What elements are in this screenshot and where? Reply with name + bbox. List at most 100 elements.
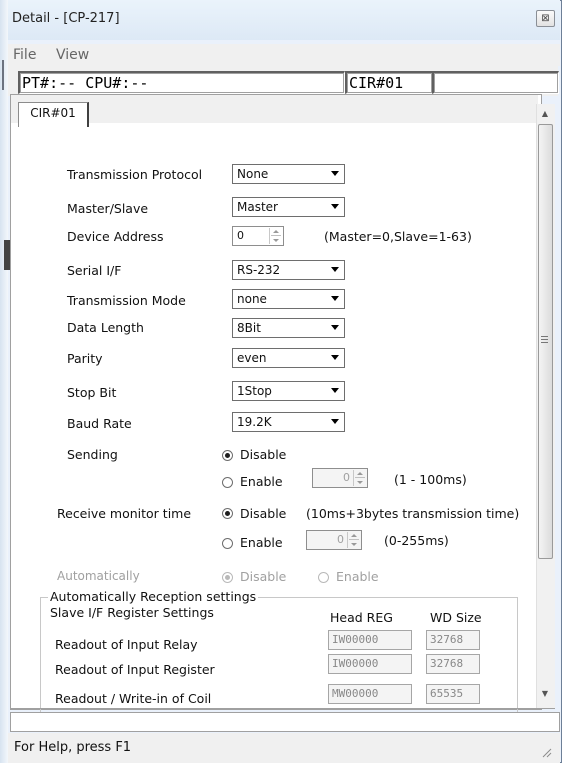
info-row: PT#:-- CPU#:-- CIR#01: [8, 66, 559, 96]
tab-cir01[interactable]: CIR#01: [18, 102, 89, 127]
baud-rate-select[interactable]: 19.2K: [232, 412, 345, 432]
device-address-value: 0: [237, 229, 244, 242]
auto-enable-label: Enable: [336, 569, 379, 584]
receive-disable-label: Disable: [240, 506, 287, 521]
stop-bit-select[interactable]: 1Stop: [232, 381, 345, 401]
menu-bar: File View: [8, 44, 560, 66]
spin-buttons[interactable]: [269, 228, 282, 244]
master-slave-select[interactable]: Master: [232, 197, 345, 217]
close-icon[interactable]: ⊠: [536, 10, 555, 27]
dropdown-arrow-icon[interactable]: [325, 413, 344, 431]
device-address-hint: (Master=0,Slave=1-63): [324, 229, 472, 244]
row-input-relay-label: Readout of Input Relay: [55, 637, 198, 652]
auto-disable-label: Disable: [240, 569, 287, 584]
stop-bit-value: 1Stop: [237, 384, 272, 398]
data-length-select[interactable]: 8Bit: [232, 318, 345, 338]
spin-up-icon[interactable]: [357, 472, 363, 475]
stop-bit-label: Stop Bit: [67, 385, 117, 400]
row-coil-reg[interactable]: MW00000: [328, 684, 412, 704]
auto-disable-radio[interactable]: [222, 572, 233, 583]
scroll-down-icon[interactable]: ▼: [537, 686, 553, 702]
receive-time-value: 0: [337, 533, 344, 546]
parity-value: even: [237, 351, 267, 365]
group-title: Automatically Reception settings: [48, 589, 259, 604]
baud-rate-value: 19.2K: [237, 415, 272, 429]
cir-field: CIR#01: [345, 71, 433, 94]
spin-down-icon[interactable]: [273, 239, 279, 242]
dropdown-arrow-icon[interactable]: [325, 382, 344, 400]
serial-if-select[interactable]: RS-232: [232, 260, 345, 280]
row-input-register-reg[interactable]: IW00000: [328, 654, 412, 674]
row-coil-size[interactable]: 65535: [426, 684, 480, 704]
dropdown-arrow-icon[interactable]: [325, 290, 344, 308]
pt-cpu-field: PT#:-- CPU#:--: [18, 71, 345, 94]
receive-enable-label: Enable: [240, 535, 283, 550]
tab-strip: [11, 95, 538, 123]
dropdown-arrow-icon[interactable]: [325, 261, 344, 279]
scroll-up-icon[interactable]: ▲: [537, 106, 553, 122]
scroll-grip: [541, 342, 548, 343]
extra-field: [432, 71, 559, 94]
baud-rate-label: Baud Rate: [67, 416, 132, 431]
spin-down-icon[interactable]: [351, 543, 357, 546]
receive-range: (0-255ms): [384, 533, 449, 548]
spin-up-icon[interactable]: [273, 230, 279, 233]
title-bar[interactable]: Detail - [CP-217] ⊠: [8, 0, 560, 40]
scroll-grip: [541, 339, 548, 340]
receive-enable-radio[interactable]: [222, 538, 233, 549]
device-address-spin[interactable]: 0: [232, 226, 284, 246]
menu-file[interactable]: File: [13, 47, 36, 63]
sending-label: Sending: [67, 447, 118, 462]
auto-enable-radio[interactable]: [318, 572, 329, 583]
receive-disable-radio[interactable]: [222, 508, 233, 519]
sending-disable-radio[interactable]: [222, 450, 233, 461]
serial-if-label: Serial I/F: [67, 263, 122, 278]
empty-status-field: [10, 712, 560, 732]
master-slave-label: Master/Slave: [67, 201, 149, 216]
dropdown-arrow-icon[interactable]: [325, 198, 344, 216]
transmission-protocol-value: None: [237, 167, 269, 181]
sending-time-spin[interactable]: 0: [312, 468, 368, 488]
master-slave-value: Master: [237, 200, 278, 214]
spin-buttons[interactable]: [347, 532, 360, 548]
spin-buttons[interactable]: [353, 470, 366, 486]
wd-size-header: WD Size: [430, 610, 482, 625]
row-input-register-label: Readout of Input Register: [55, 662, 215, 677]
device-address-label: Device Address: [67, 229, 164, 244]
data-length-value: 8Bit: [237, 321, 261, 335]
row-input-relay-reg[interactable]: IW00000: [328, 630, 412, 650]
spin-up-icon[interactable]: [351, 534, 357, 537]
dropdown-arrow-icon[interactable]: [325, 319, 344, 337]
head-reg-header: Head REG: [330, 610, 393, 625]
dropdown-arrow-icon[interactable]: [325, 165, 344, 183]
menu-view[interactable]: View: [56, 47, 89, 63]
parity-select[interactable]: even: [232, 348, 345, 368]
transmission-mode-label: Transmission Mode: [67, 293, 186, 308]
receive-monitor-label: Receive monitor time: [57, 506, 192, 521]
transmission-mode-select[interactable]: none: [232, 289, 345, 309]
sending-disable-label: Disable: [240, 447, 287, 462]
scroll-grip: [541, 336, 548, 337]
group-subtitle: Slave I/F Register Settings: [50, 605, 214, 620]
help-text: For Help, press F1: [14, 740, 132, 755]
row-input-register-size[interactable]: 32768: [426, 654, 480, 674]
background-mark: [2, 60, 4, 90]
sending-time-value: 0: [343, 471, 350, 484]
spin-down-icon[interactable]: [357, 481, 363, 484]
receive-time-spin[interactable]: 0: [306, 530, 362, 550]
dropdown-arrow-icon[interactable]: [325, 349, 344, 367]
serial-if-value: RS-232: [237, 263, 281, 277]
automatically-label: Automatically: [57, 569, 140, 583]
data-length-label: Data Length: [67, 320, 144, 335]
row-input-relay-size[interactable]: 32768: [426, 630, 480, 650]
window-title: Detail - [CP-217]: [12, 11, 120, 26]
panel-bottom-edge: [10, 708, 555, 709]
resize-grip-icon[interactable]: [540, 746, 552, 758]
parity-label: Parity: [67, 351, 103, 366]
transmission-protocol-select[interactable]: None: [232, 164, 345, 184]
background-window-edge: [0, 0, 8, 763]
transmission-protocol-label: Transmission Protocol: [67, 167, 203, 182]
sending-enable-label: Enable: [240, 474, 283, 489]
transmission-mode-value: none: [237, 292, 267, 306]
sending-enable-radio[interactable]: [222, 477, 233, 488]
